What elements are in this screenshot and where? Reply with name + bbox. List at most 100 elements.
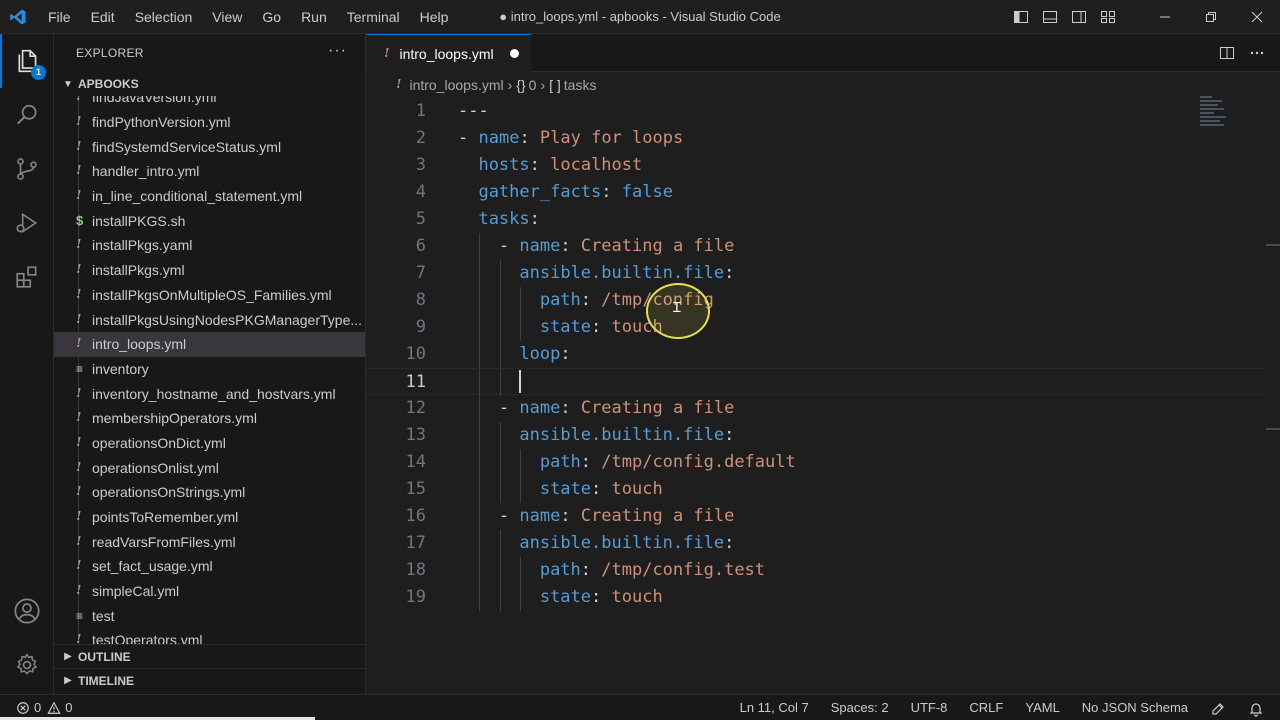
code-line[interactable]: 8 path: /tmp/config xyxy=(366,287,1266,314)
file-item[interactable]: ! operationsOnStrings.yml xyxy=(54,480,365,505)
file-item[interactable]: ! intro_loops.yml xyxy=(54,331,365,357)
file-item[interactable]: ! handler_intro.yml xyxy=(54,159,365,184)
line-number: 13 xyxy=(405,425,426,445)
code-line[interactable]: 4 gather_facts: false xyxy=(366,179,1266,206)
indent-guide xyxy=(499,449,501,476)
menu-file[interactable]: File xyxy=(36,0,81,34)
breadcrumb-file[interactable]: intro_loops.yml xyxy=(409,77,503,93)
restore-icon[interactable] xyxy=(1188,0,1234,34)
file-item[interactable]: ! findJavaVersion.yml xyxy=(54,96,365,110)
minimap[interactable] xyxy=(1200,96,1230,136)
source-control-icon[interactable] xyxy=(0,142,54,196)
file-item[interactable]: ! simpleCal.yml xyxy=(54,579,365,604)
file-item[interactable]: ! set_fact_usage.yml xyxy=(54,554,365,579)
breadcrumb-item-0[interactable]: 0 xyxy=(529,77,537,93)
code-line[interactable]: 14 path: /tmp/config.default xyxy=(366,449,1266,476)
menu-terminal[interactable]: Terminal xyxy=(337,0,410,34)
code-line[interactable]: 6 - name: Creating a file xyxy=(366,233,1266,260)
code-line[interactable]: 3 hosts: localhost xyxy=(366,152,1266,179)
file-item[interactable]: ! findSystemdServiceStatus.yml xyxy=(54,134,365,159)
menu-edit[interactable]: Edit xyxy=(81,0,125,34)
code-text: path: /tmp/config.default xyxy=(540,449,796,476)
split-editor-icon[interactable] xyxy=(1212,34,1242,72)
file-name: operationsOnDict.yml xyxy=(92,434,226,451)
file-item[interactable]: ! readVarsFromFiles.yml xyxy=(54,529,365,554)
code-line[interactable]: 18 path: /tmp/config.test xyxy=(366,557,1266,584)
cursor-position[interactable]: Ln 11, Col 7 xyxy=(729,695,820,720)
breadcrumb-item-tasks[interactable]: tasks xyxy=(564,77,597,93)
code-line[interactable]: 17 ansible.builtin.file: xyxy=(366,530,1266,557)
code-line[interactable]: 16 - name: Creating a file xyxy=(366,503,1266,530)
file-item[interactable]: ! in_line_conditional_statement.yml xyxy=(54,184,365,209)
menu-run[interactable]: Run xyxy=(291,0,337,34)
file-item[interactable]: ! operationsOnlist.yml xyxy=(54,455,365,480)
yaml-file-icon: ! xyxy=(76,188,82,204)
vertical-scrollbar[interactable] xyxy=(1266,98,1280,694)
file-item[interactable]: ! findPythonVersion.yml xyxy=(54,110,365,135)
file-item[interactable]: ! testOperators.yml xyxy=(54,628,365,644)
run-debug-icon[interactable] xyxy=(0,196,54,250)
menu-go[interactable]: Go xyxy=(252,0,291,34)
file-item[interactable]: ! installPkgs.yaml xyxy=(54,233,365,258)
file-item[interactable]: ! pointsToRemember.yml xyxy=(54,505,365,530)
end-of-line[interactable]: CRLF xyxy=(958,695,1014,720)
file-item[interactable]: ! installPkgsOnMultipleOS_Families.yml xyxy=(54,283,365,308)
folder-header[interactable]: ▼ APBOOKS xyxy=(54,72,365,96)
outline-section[interactable]: ▶ OUTLINE xyxy=(54,644,365,668)
indent-guide xyxy=(479,369,481,396)
code-line[interactable]: 11 xyxy=(366,368,1266,396)
indentation[interactable]: Spaces: 2 xyxy=(820,695,900,720)
json-schema[interactable]: No JSON Schema xyxy=(1071,695,1199,720)
code-text: - name: Play for loops xyxy=(458,125,683,152)
yaml-file-icon: ! xyxy=(76,484,82,500)
code-line[interactable]: 13 ansible.builtin.file: xyxy=(366,422,1266,449)
file-item[interactable]: $ installPKGS.sh xyxy=(54,208,365,233)
code-editor[interactable]: 1 --- 2- name: Play for loops 3 hosts: local… xyxy=(366,98,1266,694)
code-text: ansible.builtin.file: xyxy=(519,530,734,557)
close-icon[interactable] xyxy=(1234,0,1280,34)
code-text: state: touch xyxy=(540,476,663,503)
code-text: --- xyxy=(458,98,489,125)
more-actions-icon[interactable]: ··· xyxy=(328,34,347,72)
account-icon[interactable] xyxy=(0,584,54,638)
toggle-secondary-sidebar-icon[interactable] xyxy=(1064,0,1093,34)
code-line[interactable]: 5 tasks: xyxy=(366,206,1266,233)
shell-file-icon: $ xyxy=(76,213,84,229)
customize-layout-icon[interactable] xyxy=(1093,0,1122,34)
code-line[interactable]: 19 state: touch xyxy=(366,584,1266,611)
code-token: : xyxy=(519,128,540,148)
file-encoding[interactable]: UTF-8 xyxy=(900,695,959,720)
menu-help[interactable]: Help xyxy=(410,0,459,34)
language-mode[interactable]: YAML xyxy=(1014,695,1070,720)
toggle-primary-sidebar-icon[interactable] xyxy=(1006,0,1035,34)
menu-selection[interactable]: Selection xyxy=(125,0,203,34)
file-item[interactable]: ! installPkgsUsingNodesPKGManagerType... xyxy=(54,307,365,332)
tab-intro-loops[interactable]: ! intro_loops.yml xyxy=(366,34,531,72)
file-item[interactable]: ≡ test xyxy=(54,603,365,628)
code-line[interactable]: 10 loop: xyxy=(366,341,1266,368)
code-line[interactable]: 9 state: touch xyxy=(366,314,1266,341)
more-actions-icon[interactable] xyxy=(1242,34,1272,72)
explorer-icon[interactable]: 1 xyxy=(0,34,54,88)
code-line[interactable]: 7 ansible.builtin.file: xyxy=(366,260,1266,287)
search-icon[interactable] xyxy=(0,88,54,142)
file-item[interactable]: ! installPkgs.yml xyxy=(54,258,365,283)
copilot-icon[interactable] xyxy=(1199,695,1237,720)
code-line[interactable]: 2 - name: Play for loops xyxy=(366,125,1266,152)
notifications-bell-icon[interactable] xyxy=(1237,695,1280,720)
file-item[interactable]: ! operationsOnDict.yml xyxy=(54,431,365,456)
file-item[interactable]: ! membershipOperators.yml xyxy=(54,406,365,431)
manage-gear-icon[interactable] xyxy=(0,638,54,692)
code-line[interactable]: 12 - name: Creating a file xyxy=(366,395,1266,422)
menu-view[interactable]: View xyxy=(202,0,252,34)
file-item[interactable]: ≡ inventory xyxy=(54,357,365,382)
timeline-section[interactable]: ▶ TIMELINE xyxy=(54,668,365,692)
code-token: localhost xyxy=(550,155,643,175)
code-line[interactable]: 1 --- xyxy=(366,98,1266,125)
minimize-icon[interactable] xyxy=(1142,0,1188,34)
unsaved-dot-icon[interactable] xyxy=(510,49,519,58)
code-line[interactable]: 15 state: touch xyxy=(366,476,1266,503)
file-item[interactable]: ! inventory_hostname_and_hostvars.yml xyxy=(54,381,365,406)
extensions-icon[interactable] xyxy=(0,250,54,304)
toggle-panel-icon[interactable] xyxy=(1035,0,1064,34)
